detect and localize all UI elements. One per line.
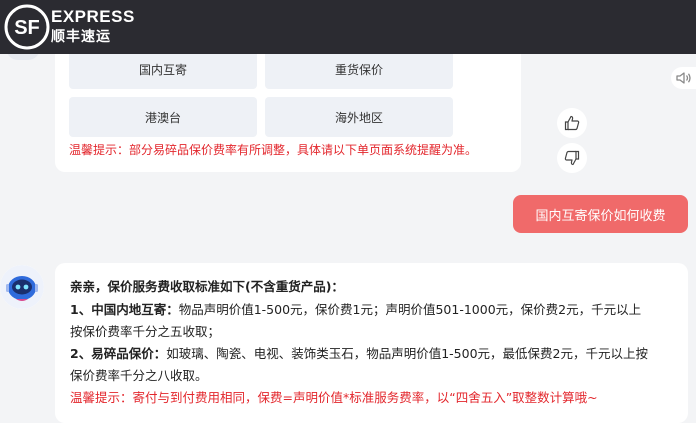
thumbs-up-button[interactable] [557,108,587,138]
reply-item-2-label: 2、易碎品保价： [70,346,167,361]
reply-item-2-text: 如玻璃、陶瓷、电视、装饰类玉石，物品声明价值1-500元，最低保费2元，千元以上… [166,346,648,361]
sf-logo-icon: SF [4,4,50,50]
app-header: SF EXPRESS 顺丰速运 [0,0,696,54]
reply-title: 亲亲，保价服务费收取标准如下(不含重货产品)： [70,279,344,294]
service-button-heavy[interactable]: 重货保价 [265,49,453,89]
reply-item-1-text: 物品声明价值1-500元，保价费1元；声明价值501-1000元，保价费2元，千… [178,302,642,317]
service-button-domestic[interactable]: 国内互寄 [69,49,257,89]
reply-item-2: 2、易碎品保价：如玻璃、陶瓷、电视、装饰类玉石，物品声明价值1-500元，最低保… [70,343,648,362]
bot-avatar [0,265,44,309]
thumbs-up-icon [564,115,580,131]
speaker-button[interactable] [671,67,696,89]
warm-tip-fragile: 温馨提示：部分易碎品保价费率有所调整，具体请以下单页面系统提醒为准。 [69,143,478,157]
service-button-hk-macao-tw[interactable]: 港澳台 [69,97,257,137]
service-button-overseas[interactable]: 海外地区 [265,97,453,137]
brand-name-cn: 顺丰速运 [51,29,111,45]
robot-avatar-icon [0,265,44,309]
brand-name-en: EXPRESS [51,7,135,26]
user-message-bubble: 国内互寄保价如何收费 [513,195,688,233]
thumbs-down-icon [564,150,580,166]
reply-warm-tip: 温馨提示：寄付与到付费用相同，保费=声明价值*标准服务费率，以“四舍五入”取整数… [70,390,598,405]
reply-item-1-label: 1、中国内地互寄： [70,302,179,317]
reply-item-1-cont: 按保价费率千分之五收取； [70,324,221,339]
reply-item-1: 1、中国内地互寄：物品声明价值1-500元，保价费1元；声明价值501-1000… [70,299,641,318]
reply-item-2-cont: 保价费率千分之八收取。 [70,368,208,383]
speaker-icon [676,72,691,84]
svg-text:SF: SF [14,17,40,39]
thumbs-down-button[interactable] [557,143,587,173]
